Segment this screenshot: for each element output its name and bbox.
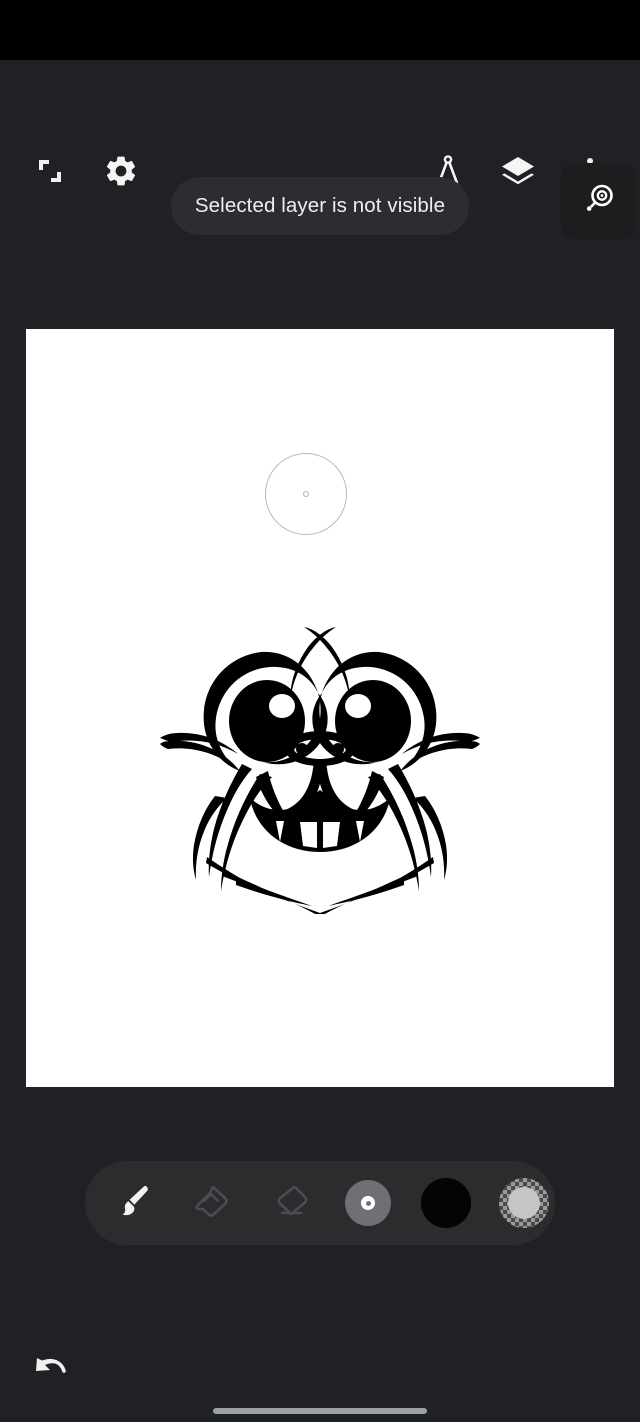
tool-opacity[interactable] bbox=[489, 1168, 559, 1238]
tool-fill[interactable] bbox=[177, 1168, 247, 1238]
toast-notification: Selected layer is not visible bbox=[171, 177, 469, 235]
brush-size-cursor bbox=[265, 453, 347, 535]
tool-eraser[interactable] bbox=[255, 1168, 325, 1238]
layers-icon bbox=[499, 152, 537, 195]
tool-brush-size[interactable] bbox=[333, 1168, 403, 1238]
paintbrush-icon bbox=[113, 1180, 155, 1227]
drawing-canvas[interactable] bbox=[26, 329, 614, 1087]
top-toolbar bbox=[0, 60, 640, 188]
tool-color[interactable] bbox=[411, 1168, 481, 1238]
gear-icon bbox=[103, 153, 139, 194]
artwork-bunny-face bbox=[160, 614, 480, 917]
home-indicator[interactable] bbox=[213, 1408, 427, 1414]
collapse-icon bbox=[35, 156, 65, 191]
eraser-icon bbox=[269, 1180, 311, 1227]
toast-message: Selected layer is not visible bbox=[194, 194, 446, 217]
color-swatch-icon bbox=[421, 1178, 471, 1228]
tool-dock bbox=[85, 1161, 555, 1245]
paint-bucket-icon bbox=[191, 1180, 233, 1227]
app-root: Selected layer is not visible bbox=[0, 0, 640, 1422]
collapse-ui-button[interactable] bbox=[22, 145, 78, 201]
settings-button[interactable] bbox=[93, 145, 149, 201]
magnifier-target-icon bbox=[579, 179, 619, 224]
layers-button[interactable] bbox=[490, 145, 546, 201]
tool-brush[interactable] bbox=[99, 1168, 169, 1238]
undo-button[interactable] bbox=[22, 1340, 80, 1398]
brush-size-icon bbox=[345, 1180, 391, 1226]
status-bar bbox=[0, 0, 640, 60]
reference-image-button[interactable] bbox=[561, 163, 637, 239]
opacity-swatch-icon bbox=[499, 1178, 549, 1228]
undo-arrow-icon bbox=[31, 1347, 71, 1392]
